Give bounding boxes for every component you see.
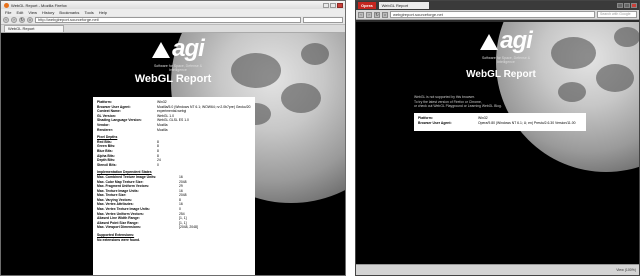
back-icon[interactable]: ‹: [358, 11, 364, 18]
navigation-toolbar: ‹ › ↻ ⌂ webglreport.sourceforge.net Sear…: [356, 10, 639, 20]
tab-strip: WebGL Report: [1, 25, 345, 33]
reload-icon[interactable]: ↻: [374, 11, 380, 18]
reload-icon[interactable]: ↻: [19, 17, 25, 23]
moon-mare: [614, 27, 639, 47]
window-title: WebGL Report - Mozilla Firefox: [11, 2, 67, 8]
window-titlebar: Opera WebGL Report: [356, 1, 639, 10]
page-title: WebGL Report: [466, 69, 536, 80]
moon-mare: [231, 53, 281, 88]
back-icon[interactable]: ‹: [3, 17, 9, 23]
menu-help[interactable]: Help: [99, 10, 107, 15]
menu-bar: File Edit View History Bookmarks Tools H…: [1, 9, 345, 16]
agi-logo: agi Software for Space, Defense & Intell…: [476, 27, 536, 64]
agi-tagline: Software for Space, Defense & Intelligen…: [153, 64, 203, 72]
moon-mare: [596, 64, 634, 92]
address-bar[interactable]: webglreport.sourceforge.net: [390, 11, 595, 18]
page-content: agi Software for Space, Defense & Intell…: [1, 33, 345, 275]
page-title: WebGL Report: [134, 73, 212, 85]
moon-mare: [281, 83, 321, 113]
firefox-window: WebGL Report - Mozilla Firefox File Edit…: [0, 0, 346, 276]
webgl-unsupported-notice: WebGL is not supported by this browser. …: [414, 95, 594, 109]
window-controls: [323, 2, 345, 8]
agi-logo: agi Software for Space, Defense & Intell…: [148, 35, 208, 72]
menu-view[interactable]: View: [28, 10, 37, 15]
agi-triangle-icon: [480, 34, 499, 50]
opera-menu-button[interactable]: Opera: [358, 2, 376, 9]
close-button[interactable]: [631, 3, 637, 8]
menu-bookmarks[interactable]: Bookmarks: [59, 10, 79, 15]
forward-icon[interactable]: ›: [11, 17, 17, 23]
info-row: Max. Viewport Dimensions: [2048, 2048]: [97, 225, 198, 230]
status-bar: View (100%): [356, 264, 639, 275]
agi-logo-word: agi: [500, 27, 533, 54]
agi-tagline: Software for Space, Defense & Intelligen…: [481, 56, 531, 64]
address-bar[interactable]: http://webglreport.sourceforge.net/: [35, 17, 301, 23]
window-titlebar: WebGL Report - Mozilla Firefox: [1, 1, 345, 9]
agi-logo-word: agi: [172, 35, 205, 62]
menu-history[interactable]: History: [42, 10, 54, 15]
extensions-value: No extensions were found.: [97, 237, 141, 242]
menu-edit[interactable]: Edit: [16, 10, 23, 15]
report-panel: Platform: Win32 Browser User Agent: Opera/…: [414, 113, 586, 131]
agi-triangle-icon: [152, 42, 171, 58]
search-input[interactable]: Search with Google: [597, 11, 637, 18]
forward-icon[interactable]: ›: [366, 11, 372, 18]
search-input[interactable]: [303, 17, 343, 23]
notice-line: or check out WebGL Playground or Learnin…: [414, 104, 502, 108]
menu-tools[interactable]: Tools: [84, 10, 93, 15]
page-content: agi Software for Space, Defense & Intell…: [356, 22, 639, 265]
minimize-button[interactable]: [617, 3, 623, 8]
maximize-button[interactable]: [330, 2, 336, 8]
navigation-toolbar: ‹ › ↻ ⌂ http://webglreport.sourceforge.n…: [1, 16, 345, 25]
home-icon[interactable]: ⌂: [382, 11, 388, 18]
tab-webgl-report[interactable]: WebGL Report: [378, 2, 429, 9]
info-row: Browser User Agent: Opera/9.80 (Windows N…: [418, 120, 576, 125]
window-controls: [617, 3, 639, 8]
close-button[interactable]: [337, 2, 343, 8]
moon-mare: [301, 43, 329, 65]
moon-mare: [551, 37, 596, 69]
home-icon[interactable]: ⌂: [27, 17, 33, 23]
maximize-button[interactable]: [624, 3, 630, 8]
menu-file[interactable]: File: [5, 10, 11, 15]
report-panel: Platform: Win32 Browser User Agent: Mozill…: [93, 97, 255, 275]
tab-webgl-report[interactable]: WebGL Report: [4, 25, 64, 32]
info-row: Renderer: Mozilla: [97, 127, 168, 132]
info-row: Stencil Bits: 0: [97, 162, 159, 167]
minimize-button[interactable]: [323, 2, 329, 8]
opera-window: Opera WebGL Report ‹ › ↻ ⌂ webglreport.s…: [355, 0, 640, 276]
firefox-logo-icon: [4, 2, 9, 8]
zoom-control[interactable]: View (100%): [616, 268, 636, 272]
